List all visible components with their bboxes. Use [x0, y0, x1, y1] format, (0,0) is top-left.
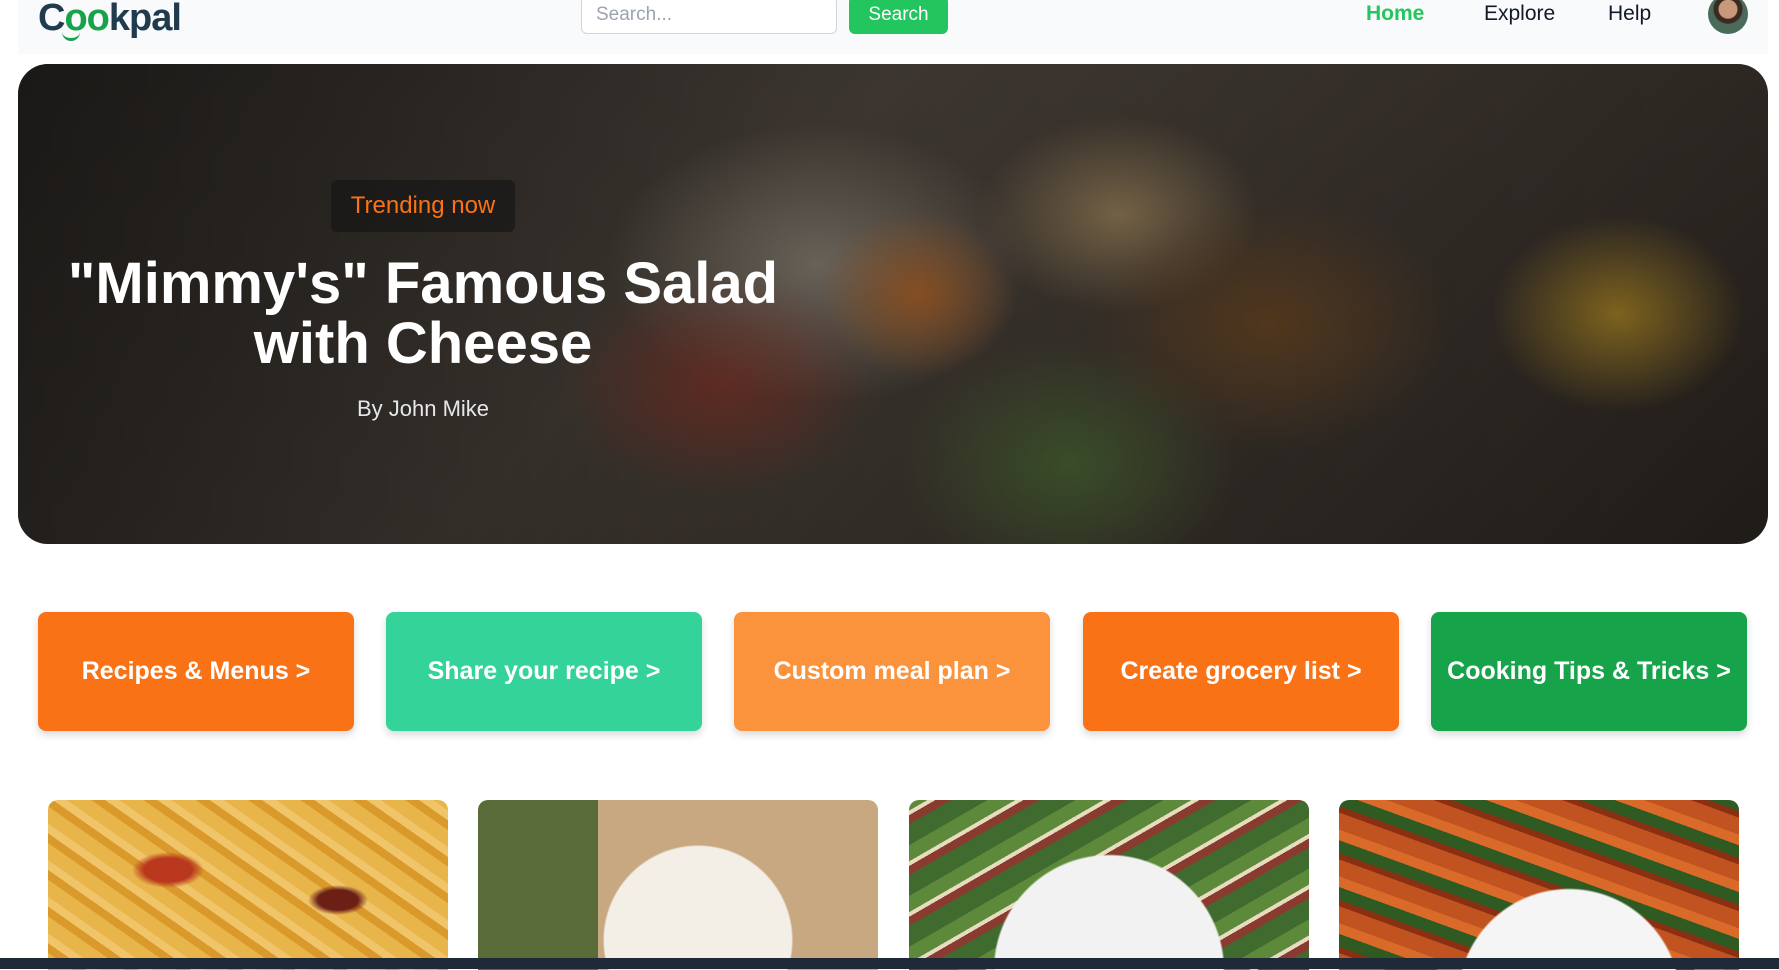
nav-link-home[interactable]: Home: [1366, 2, 1424, 26]
share-recipe-button[interactable]: Share your recipe >: [386, 612, 702, 731]
create-grocery-list-button[interactable]: Create grocery list >: [1083, 612, 1399, 731]
hero-author: By John Mike: [356, 396, 490, 421]
hero-text-block: Trending now "Mimmy's" Famous Salad with…: [38, 180, 808, 422]
recipes-menus-button[interactable]: Recipes & Menus >: [38, 612, 354, 731]
hero-title-line-1: "Mimmy's" Famous Salad: [67, 251, 779, 316]
top-navbar: Cookpal Search Home Explore Help: [18, 0, 1768, 54]
bottom-edge-bar: [0, 958, 1779, 969]
logo-letters-kpal: kpal: [108, 0, 182, 39]
recipe-card-caesar-salad-image[interactable]: [909, 800, 1309, 970]
hero-banner[interactable]: Trending now "Mimmy's" Famous Salad with…: [18, 64, 1768, 544]
recipe-card-chicken-salad-image[interactable]: [1339, 800, 1739, 970]
user-avatar[interactable]: [1708, 0, 1748, 34]
trending-badge: Trending now: [330, 180, 516, 232]
hero-title-line-2: with Cheese: [253, 311, 593, 376]
cookpal-logo[interactable]: Coo kpal: [38, 0, 182, 44]
search-button[interactable]: Search: [849, 0, 948, 34]
recipe-card-noodle-soup-image[interactable]: [478, 800, 878, 970]
nav-link-help[interactable]: Help: [1608, 2, 1651, 26]
recipe-card-pasta-image[interactable]: [48, 800, 448, 970]
search-input[interactable]: [581, 0, 837, 34]
custom-meal-plan-button[interactable]: Custom meal plan >: [734, 612, 1050, 731]
cooking-tips-button[interactable]: Cooking Tips & Tricks >: [1431, 612, 1747, 731]
nav-link-explore[interactable]: Explore: [1484, 2, 1555, 26]
logo-letter-c: C: [38, 0, 65, 39]
hero-title[interactable]: "Mimmy's" Famous Salad with Cheese: [38, 254, 808, 374]
